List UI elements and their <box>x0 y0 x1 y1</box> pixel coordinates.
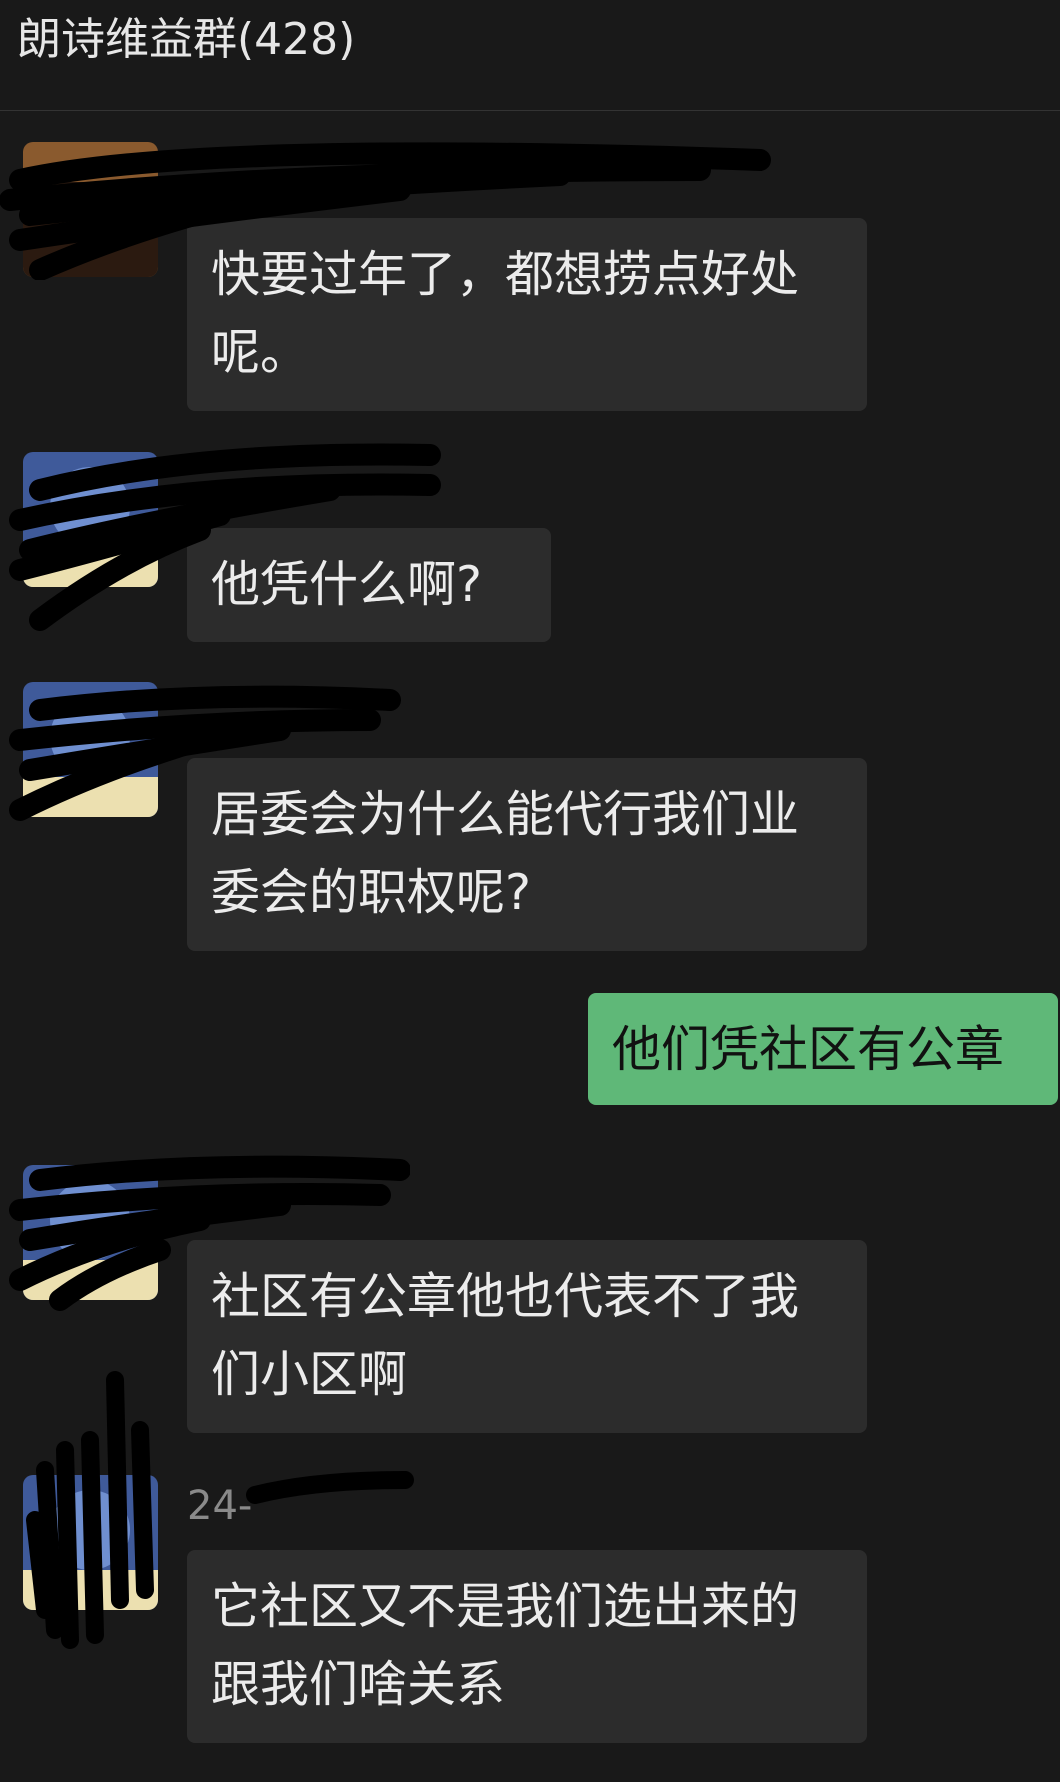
avatar[interactable] <box>23 452 158 587</box>
message-bubble[interactable]: 它社区又不是我们选出来的跟我们啥关系 <box>187 1550 867 1743</box>
message-bubble[interactable]: 快要过年了，都想捞点好处呢。 <box>187 218 867 411</box>
avatar-image <box>23 452 158 587</box>
avatar[interactable] <box>23 1165 158 1300</box>
avatar-image <box>23 1475 158 1610</box>
sender-name: 24- <box>187 1483 253 1529</box>
group-title[interactable]: 朗诗维益群(428) <box>17 12 355 68</box>
chat-header: 朗诗维益群(428) <box>0 0 1060 111</box>
avatar-image <box>23 682 158 817</box>
chat-window: 朗诗维益群(428) 快要过年了，都想捞点好处呢。 他凭什么啊? 居委会为什么能… <box>0 0 1060 1782</box>
message-bubble-outgoing[interactable]: 他们凭社区有公章 <box>588 993 1058 1105</box>
message-bubble[interactable]: 社区有公章他也代表不了我们小区啊 <box>187 1240 867 1433</box>
avatar[interactable] <box>23 1475 158 1610</box>
avatar[interactable] <box>23 682 158 817</box>
message-bubble[interactable]: 居委会为什么能代行我们业委会的职权呢? <box>187 758 867 951</box>
avatar[interactable] <box>23 142 158 277</box>
message-bubble[interactable]: 他凭什么啊? <box>187 528 551 642</box>
avatar-image <box>23 1165 158 1300</box>
avatar-image <box>23 142 158 277</box>
